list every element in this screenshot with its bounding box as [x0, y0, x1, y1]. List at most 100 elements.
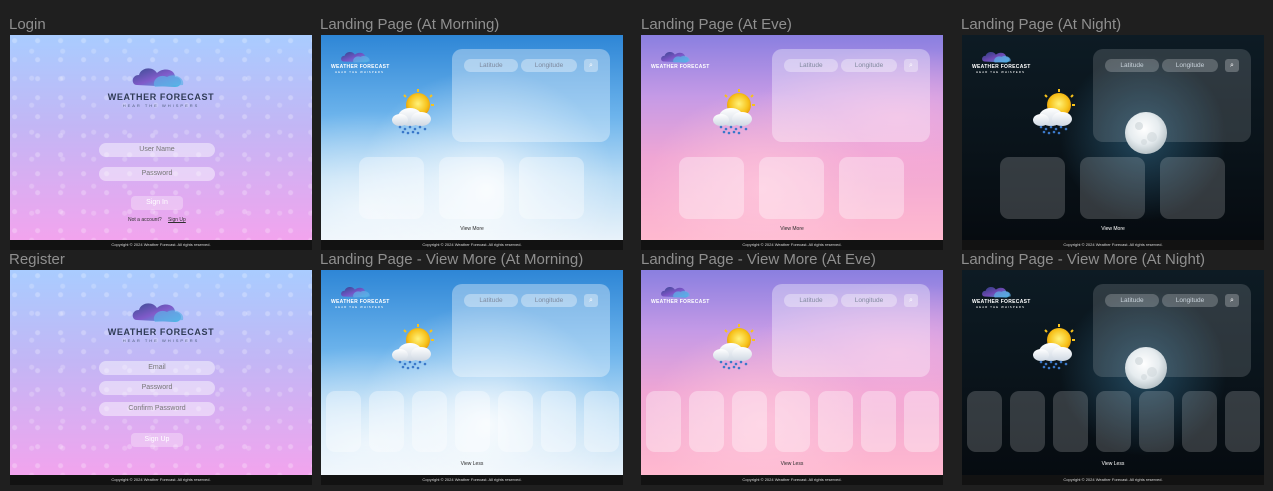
brand-tagline: HEAR THE WHISPERS [122, 338, 200, 343]
search-icon: ⌕ [1230, 62, 1234, 69]
sign-in-button[interactable]: Sign In [131, 196, 183, 210]
forecast-card[interactable] [584, 391, 619, 452]
view-more-night-screen: WEATHER FORECAST HEAR THE WHISPERS Latit… [962, 270, 1264, 475]
sun-cloud-rain-icon [1031, 89, 1081, 135]
sun-cloud-rain-icon [390, 324, 440, 370]
login-screen: WEATHER FORECAST HEAR THE WHISPERS User … [10, 35, 312, 240]
forecast-card[interactable] [1053, 391, 1088, 452]
view-less-link[interactable]: View Less [442, 461, 502, 467]
brand-tagline: HEAR THE WHISPERS [122, 103, 200, 108]
sun-cloud-rain-icon [711, 324, 761, 370]
search-button[interactable]: ⌕ [904, 59, 918, 72]
username-input[interactable]: User Name [99, 143, 215, 157]
forecast-card[interactable] [1225, 391, 1260, 452]
forecast-card[interactable] [1160, 157, 1225, 219]
brand-tagline: HEAR THE WHISPERS [335, 305, 384, 309]
brand-name: WEATHER FORECAST [107, 327, 215, 337]
confirm-password-input[interactable]: Confirm Password [99, 402, 215, 416]
latitude-input[interactable]: Latitude [784, 59, 838, 72]
longitude-input[interactable]: Longitude [1162, 59, 1218, 72]
forecast-card[interactable] [369, 391, 404, 452]
landing-morning-screen: WEATHER FORECAST HEAR THE WHISPERS Latit… [321, 35, 623, 240]
weather-logo-icon [128, 298, 190, 328]
password-input[interactable]: Password [99, 167, 215, 181]
longitude-input[interactable]: Longitude [841, 59, 897, 72]
view-more-link[interactable]: View More [762, 226, 822, 232]
search-icon: ⌕ [589, 62, 593, 69]
forecast-card[interactable] [1000, 157, 1065, 219]
moon-icon [1125, 347, 1167, 389]
forecast-card[interactable] [326, 391, 361, 452]
view-more-link[interactable]: View More [1083, 226, 1143, 232]
frame-title-view-more-night: Landing Page - View More (At Night) [961, 251, 1206, 268]
forecast-card[interactable] [759, 157, 824, 219]
weather-logo-icon [128, 63, 190, 93]
brand-tagline: HEAR THE WHISPERS [976, 70, 1025, 74]
view-less-link[interactable]: View Less [1083, 461, 1143, 467]
forecast-card[interactable] [519, 157, 584, 219]
longitude-input[interactable]: Longitude [1162, 294, 1218, 307]
view-more-link[interactable]: View More [442, 226, 502, 232]
sun-cloud-rain-icon [1031, 324, 1081, 370]
forecast-card[interactable] [455, 391, 490, 452]
forecast-card[interactable] [775, 391, 810, 452]
longitude-input[interactable]: Longitude [841, 294, 897, 307]
brand-tagline: HEAR THE WHISPERS [335, 70, 384, 74]
brand-name: WEATHER FORECAST [651, 299, 710, 305]
forecast-card[interactable] [1096, 391, 1131, 452]
forecast-card[interactable] [359, 157, 424, 219]
forecast-card[interactable] [861, 391, 896, 452]
latitude-input[interactable]: Latitude [1105, 294, 1159, 307]
search-button[interactable]: ⌕ [1225, 294, 1239, 307]
forecast-card[interactable] [818, 391, 853, 452]
forecast-card[interactable] [439, 157, 504, 219]
frame-title-landing-night: Landing Page (At Night) [961, 16, 1122, 33]
longitude-input[interactable]: Longitude [521, 294, 577, 307]
forecast-card[interactable] [412, 391, 447, 452]
frame-title-landing-morning: Landing Page (At Morning) [320, 16, 500, 33]
forecast-card[interactable] [541, 391, 576, 452]
search-button[interactable]: ⌕ [584, 59, 598, 72]
brand-name: WEATHER FORECAST [107, 92, 215, 102]
landing-night-screen: WEATHER FORECAST HEAR THE WHISPERS Latit… [962, 35, 1264, 240]
frame-title-landing-eve: Landing Page (At Eve) [641, 16, 792, 33]
forecast-card[interactable] [1080, 157, 1145, 219]
forecast-card[interactable] [904, 391, 939, 452]
no-account-text: Not a account? [128, 217, 162, 223]
brand-tagline: HEAR THE WHISPERS [976, 305, 1025, 309]
view-less-link[interactable]: View Less [762, 461, 822, 467]
forecast-card[interactable] [646, 391, 681, 452]
search-icon: ⌕ [1230, 297, 1234, 304]
password-input[interactable]: Password [99, 381, 215, 395]
forecast-card[interactable] [1010, 391, 1045, 452]
forecast-card[interactable] [967, 391, 1002, 452]
search-icon: ⌕ [909, 62, 913, 69]
email-input[interactable]: Email [99, 361, 215, 375]
sign-up-button[interactable]: Sign Up [131, 433, 183, 447]
register-screen: WEATHER FORECAST HEAR THE WHISPERS Email… [10, 270, 312, 475]
search-button[interactable]: ⌕ [904, 294, 918, 307]
latitude-input[interactable]: Latitude [464, 294, 518, 307]
sun-cloud-rain-icon [711, 89, 761, 135]
moon-icon [1125, 112, 1167, 154]
search-button[interactable]: ⌕ [1225, 59, 1239, 72]
forecast-card[interactable] [689, 391, 724, 452]
forecast-card[interactable] [732, 391, 767, 452]
forecast-card[interactable] [679, 157, 744, 219]
sign-up-link[interactable]: Sign Up [168, 217, 186, 223]
frame-title-login: Login [9, 16, 46, 33]
search-icon: ⌕ [909, 297, 913, 304]
forecast-card[interactable] [1139, 391, 1174, 452]
frame-title-register: Register [9, 251, 65, 268]
longitude-input[interactable]: Longitude [521, 59, 577, 72]
forecast-card[interactable] [839, 157, 904, 219]
forecast-card[interactable] [1182, 391, 1217, 452]
view-more-eve-screen: WEATHER FORECAST Latitude Longitude ⌕ Vi… [641, 270, 943, 475]
search-button[interactable]: ⌕ [584, 294, 598, 307]
view-more-morning-footer: Copyright © 2024 Weather Forecast. All r… [321, 475, 623, 485]
forecast-card[interactable] [498, 391, 533, 452]
latitude-input[interactable]: Latitude [1105, 59, 1159, 72]
landing-eve-footer: Copyright © 2024 Weather Forecast. All r… [641, 240, 943, 250]
latitude-input[interactable]: Latitude [784, 294, 838, 307]
latitude-input[interactable]: Latitude [464, 59, 518, 72]
